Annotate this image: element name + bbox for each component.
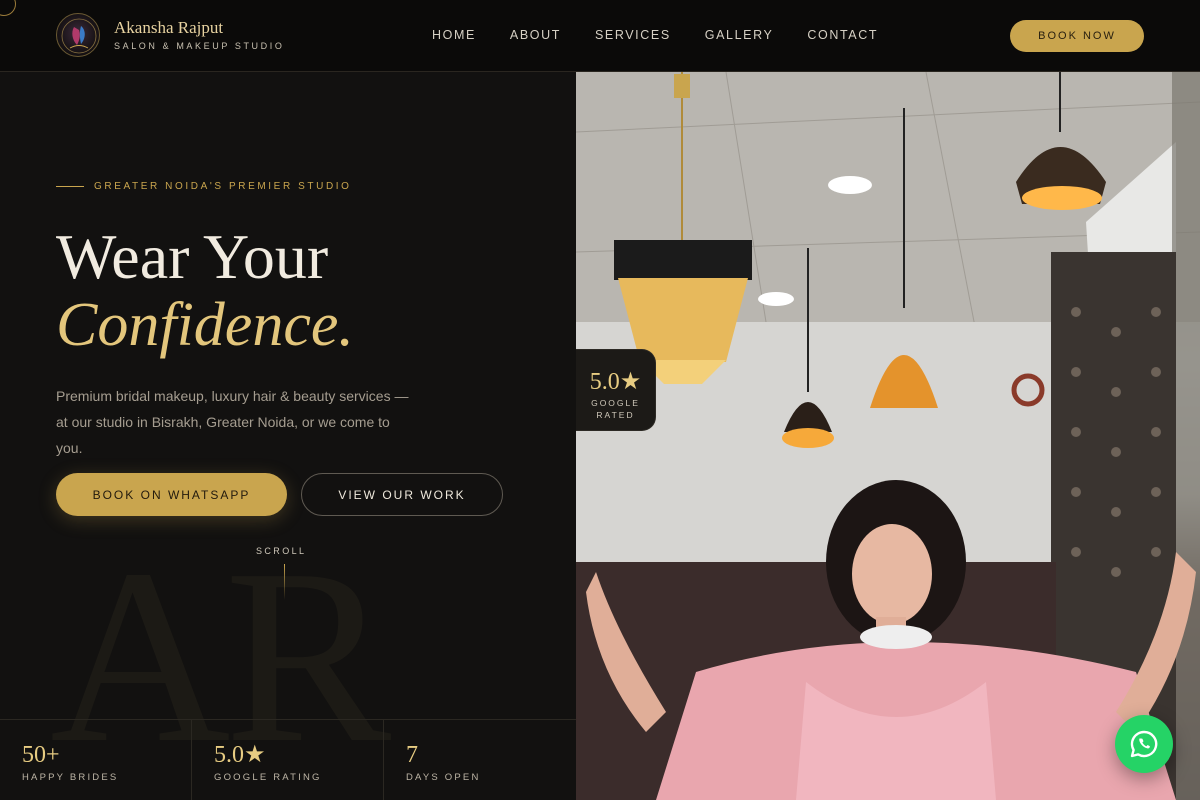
stat-label: GOOGLE RATING xyxy=(214,772,322,783)
whatsapp-icon xyxy=(1130,730,1158,758)
stat-label: DAYS OPEN xyxy=(406,772,481,783)
scroll-indicator-line xyxy=(284,564,285,600)
nav-gallery[interactable]: GALLERY xyxy=(705,28,774,42)
stats-bar: 50+ HAPPY BRIDES 5.0★ GOOGLE RATING 7 DA… xyxy=(0,719,576,800)
book-on-whatsapp-button[interactable]: BOOK ON WHATSAPP xyxy=(56,473,287,516)
salon-bride-illustration xyxy=(576,72,1200,800)
brand-tagline: SALON & MAKEUP STUDIO xyxy=(114,41,285,51)
stat-google-rating: 5.0★ GOOGLE RATING xyxy=(192,720,384,800)
whatsapp-chat-button[interactable] xyxy=(1115,715,1173,773)
hero-eyebrow: GREATER NOIDA'S PREMIER STUDIO xyxy=(56,181,352,192)
decorative-ring xyxy=(0,0,16,16)
scroll-indicator-label: SCROLL xyxy=(256,546,307,556)
stat-value: 7 xyxy=(406,742,418,768)
hero-description: Premium bridal makeup, luxury hair & bea… xyxy=(56,388,409,456)
nav-about[interactable]: ABOUT xyxy=(510,28,561,42)
top-navigation: Akansha Rajput SALON & MAKEUP STUDIO HOM… xyxy=(0,0,1200,72)
hero-photo xyxy=(576,72,1200,800)
eyebrow-text: GREATER NOIDA'S PREMIER STUDIO xyxy=(94,181,352,192)
book-now-button[interactable]: BOOK NOW xyxy=(1010,20,1144,52)
hero-text-panel: AR GREATER NOIDA'S PREMIER STUDIO Wear Y… xyxy=(0,72,576,800)
brand[interactable]: Akansha Rajput SALON & MAKEUP STUDIO xyxy=(56,13,284,57)
brand-logo xyxy=(56,13,100,57)
nav-contact[interactable]: CONTACT xyxy=(807,28,878,42)
main-menu: HOME ABOUT SERVICES GALLERY CONTACT xyxy=(432,28,912,42)
brand-name: Akansha Rajput xyxy=(114,18,224,37)
rating-label-line2: RATED xyxy=(596,410,635,420)
stat-happy-brides: 50+ HAPPY BRIDES xyxy=(0,720,192,800)
rating-label-line1: GOOGLE xyxy=(591,398,640,408)
rating-value: 5.0★ xyxy=(589,369,642,395)
eyebrow-rule xyxy=(56,186,84,187)
hero-headline: Wear Your xyxy=(56,221,329,292)
stat-label: HAPPY BRIDES xyxy=(22,772,119,783)
stat-value: 5.0★ xyxy=(214,742,266,768)
view-our-work-button[interactable]: VIEW OUR WORK xyxy=(301,473,503,516)
nav-services[interactable]: SERVICES xyxy=(595,28,671,42)
brand-text: Akansha Rajput SALON & MAKEUP STUDIO xyxy=(114,18,285,52)
stat-value: 50+ xyxy=(22,742,60,768)
hero-headline-accent: Confidence. xyxy=(56,291,354,359)
stat-days-open: 7 DAYS OPEN xyxy=(384,720,576,800)
google-rating-card: 5.0★ GOOGLE RATED xyxy=(576,349,656,431)
nav-home[interactable]: HOME xyxy=(432,28,476,42)
